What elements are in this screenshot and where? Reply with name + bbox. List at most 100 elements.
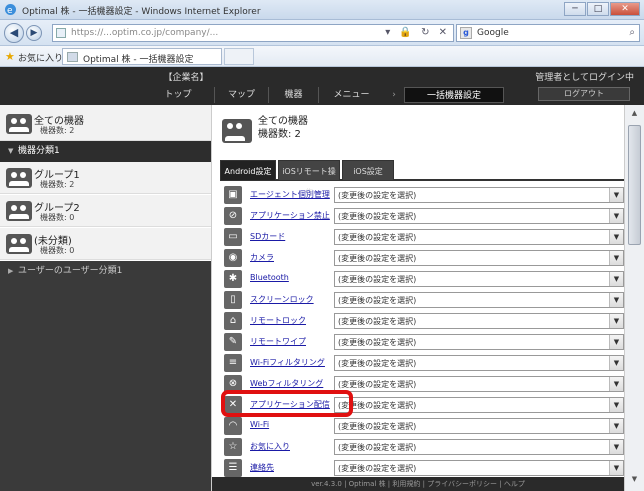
nav-bulk-settings[interactable]: 一括機器設定 [404,87,504,103]
setting-select[interactable]: (変更後の設定を選択) ▼ [334,397,624,413]
setting-link[interactable]: SDカード [250,231,285,242]
logout-button[interactable]: ログアウト [538,87,630,101]
dropdown-arrow-icon: ▼ [609,440,623,454]
setting-link[interactable]: Bluetooth [250,273,289,282]
tab-ios-remote[interactable]: iOSリモート操作 [278,160,340,197]
favorites-label[interactable]: お気に入り [18,51,63,64]
back-button[interactable]: ◀ [4,23,24,43]
setting-row: ▯ スクリーンロック (変更後の設定を選択) ▼ [220,290,624,311]
nav-menu[interactable]: メニュー [318,87,384,103]
dropdown-arrow-icon: ▼ [609,293,623,307]
tab-android-settings[interactable]: Android設定 [220,160,276,181]
setting-row: ◉ カメラ (変更後の設定を選択) ▼ [220,248,624,269]
scroll-up-icon[interactable]: ▲ [628,109,641,121]
address-bar: ◀ ▶ https://...optim.co.jp/company/... ▾… [0,20,644,46]
setting-link[interactable]: リモートロック [250,315,306,326]
new-tab-button[interactable] [224,48,254,65]
window-controls: ─ □ ✕ [564,2,640,16]
setting-link[interactable]: アプリケーション禁止 [250,210,330,221]
setting-select[interactable]: (変更後の設定を選択) ▼ [334,376,624,392]
vertical-scrollbar[interactable]: ▲ ▼ [624,105,644,491]
nav-device[interactable]: 機器 [268,87,318,103]
select-value: (変更後の設定を選択) [338,317,417,326]
sidebar-item-group2[interactable]: グループ2 機器数: 0 [0,195,211,227]
browser-tab[interactable]: Optimal 株 - 一括機器設定 [62,48,222,65]
users-group-icon [6,201,32,221]
setting-link[interactable]: Webフィルタリング [250,378,323,389]
setting-link[interactable]: Wi-Fi [250,420,269,429]
sidebar-item-all-devices[interactable]: 全ての機器 機器数: 2 [0,105,211,141]
sidebar-item-count: 機器数: 2 [40,126,75,135]
sidebar-item-count: 機器数: 0 [40,246,75,255]
setting-row: ◠ Wi-Fi (変更後の設定を選択) ▼ [220,416,624,437]
dropdown-arrow-icon: ▼ [609,419,623,433]
window-title: Optimal 株 - 一括機器設定 - Windows Internet Ex… [22,7,261,17]
users-group-icon [6,114,32,134]
search-engine-label: Google [477,28,509,38]
setting-link[interactable]: エージェント個別管理 [250,189,330,200]
nav-breadcrumb-arrow-icon: › [392,90,396,100]
select-value: (変更後の設定を選択) [338,212,417,221]
favorites-bar: ★ お気に入り Optimal 株 - 一括機器設定 [0,46,644,67]
setting-select[interactable]: (変更後の設定を選択) ▼ [334,313,624,329]
select-value: (変更後の設定を選択) [338,254,417,263]
setting-select[interactable]: (変更後の設定を選択) ▼ [334,460,624,476]
select-value: (変更後の設定を選択) [338,464,417,473]
page-icon [56,28,66,38]
scroll-down-icon[interactable]: ▼ [628,475,641,487]
users-group-icon [222,119,252,143]
search-icon[interactable]: ⌕ [629,27,635,38]
company-name: 【企業名】 [163,73,209,83]
select-value: (変更後の設定を選択) [338,275,417,284]
users-group-icon [6,234,32,254]
dropdown-arrow-icon: ▼ [609,314,623,328]
sidebar-user-category-header[interactable]: ▶ ユーザーのユーザー分類1 [0,261,211,282]
setting-link[interactable]: 連絡先 [250,462,274,473]
setting-row: ✱ Bluetooth (変更後の設定を選択) ▼ [220,269,624,290]
select-value: (変更後の設定を選択) [338,338,417,347]
close-button[interactable]: ✕ [610,2,640,16]
wifi-icon: ◠ [224,417,242,435]
search-field[interactable]: g Google ⌕ [456,24,640,42]
setting-select[interactable]: (変更後の設定を選択) ▼ [334,271,624,287]
favorites-star-icon[interactable]: ★ [5,50,15,63]
sidebar-item-count: 機器数: 2 [40,180,75,189]
setting-select[interactable]: (変更後の設定を選択) ▼ [334,334,624,350]
scrollbar-thumb[interactable] [628,125,641,245]
setting-select[interactable]: (変更後の設定を選択) ▼ [334,439,624,455]
setting-select[interactable]: (変更後の設定を選択) ▼ [334,187,624,203]
setting-select[interactable]: (変更後の設定を選択) ▼ [334,355,624,371]
setting-link[interactable]: Wi-Fiフィルタリング [250,357,325,368]
dropdown-arrow-icon: ▼ [609,377,623,391]
setting-select[interactable]: (変更後の設定を選択) ▼ [334,418,624,434]
minimize-button[interactable]: ─ [564,2,586,16]
setting-select[interactable]: (変更後の設定を選択) ▼ [334,229,624,245]
setting-select[interactable]: (変更後の設定を選択) ▼ [334,208,624,224]
sidebar-item-group1[interactable]: グループ1 機器数: 2 [0,162,211,194]
favorites-icon: ☆ [224,438,242,456]
setting-link[interactable]: スクリーンロック [250,294,314,305]
dropdown-arrow-icon: ▼ [609,356,623,370]
nav-top[interactable]: トップ [158,87,198,103]
url-tools-icon[interactable]: ▾ 🔒 ↻ ✕ [385,27,450,38]
forward-button[interactable]: ▶ [26,25,42,41]
wifi-filter-icon: ≡ [224,354,242,372]
nav-map[interactable]: マップ [214,87,268,103]
setting-link[interactable]: リモートワイプ [250,336,306,347]
setting-row: ⌂ リモートロック (変更後の設定を選択) ▼ [220,311,624,332]
google-icon: g [460,27,472,39]
setting-select[interactable]: (変更後の設定を選択) ▼ [334,250,624,266]
url-field[interactable]: https://...optim.co.jp/company/... ▾ 🔒 ↻… [52,24,454,42]
setting-row: ✎ リモートワイプ (変更後の設定を選択) ▼ [220,332,624,353]
sidebar-category-header[interactable]: ▼ 機器分類1 [0,141,211,162]
setting-select[interactable]: (変更後の設定を選択) ▼ [334,292,624,308]
sidebar: 全ての機器 機器数: 2 ▼ 機器分類1 グループ1 機器数: 2 グループ2 … [0,105,212,491]
tab-ios-settings[interactable]: iOS設定 [342,160,394,181]
tab-page-icon [67,52,78,62]
setting-row: ▭ SDカード (変更後の設定を選択) ▼ [220,227,624,248]
setting-link[interactable]: カメラ [250,252,274,263]
sidebar-item-unclassified[interactable]: (未分類) 機器数: 0 [0,228,211,260]
setting-link[interactable]: お気に入り [250,441,290,452]
maximize-button[interactable]: □ [587,2,609,16]
remote-lock-icon: ⌂ [224,312,242,330]
